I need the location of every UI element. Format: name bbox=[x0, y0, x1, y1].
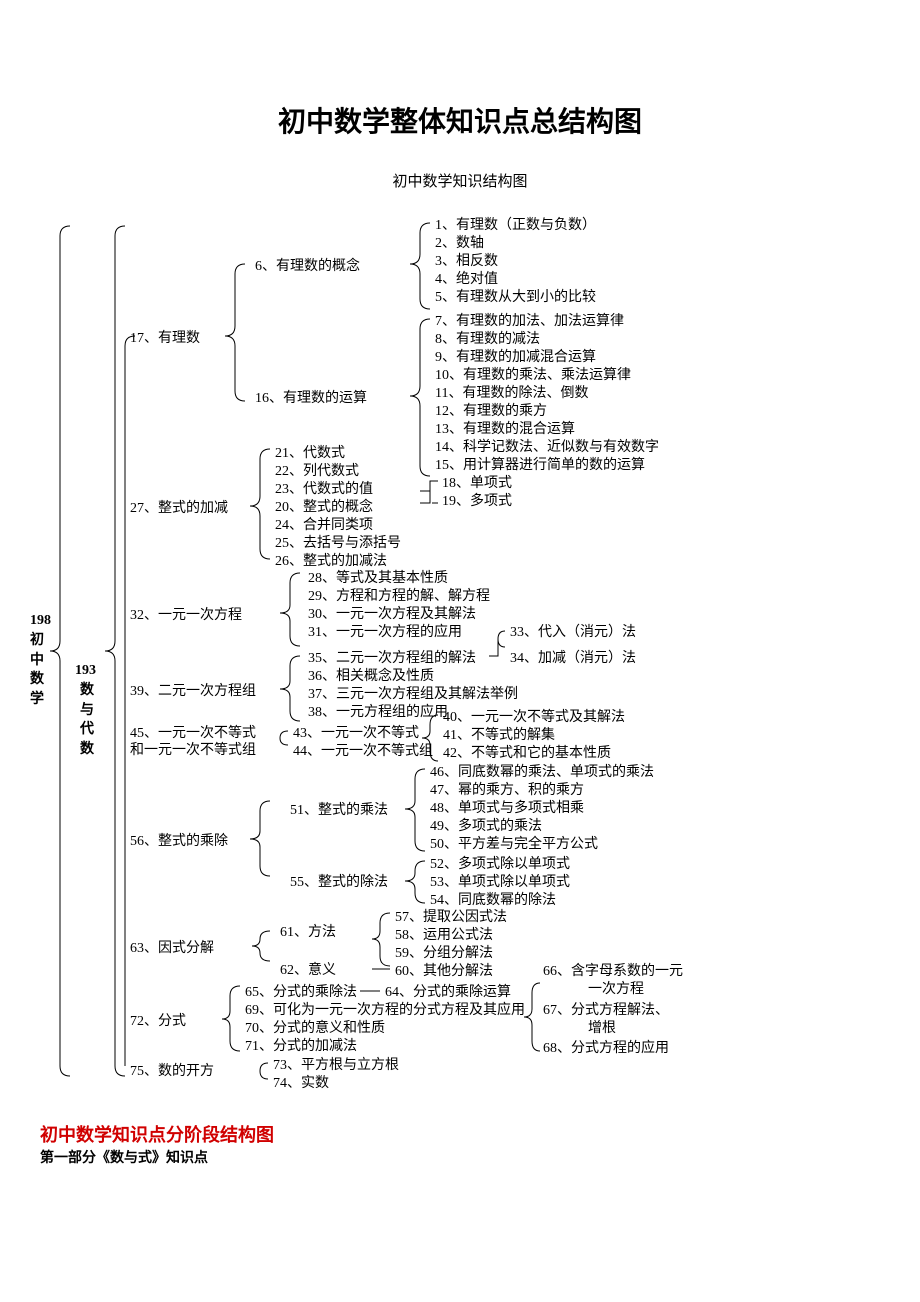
node-75: 75、数的开方 bbox=[130, 1062, 214, 1082]
node-16: 16、有理数的运算 bbox=[255, 389, 367, 409]
node-8: 8、有理数的减法 bbox=[435, 330, 540, 350]
page-title: 初中数学整体知识点总结构图 bbox=[30, 100, 890, 140]
node-3: 3、相反数 bbox=[435, 252, 498, 272]
node-38: 38、一元方程组的应用 bbox=[308, 703, 448, 723]
root-num: 198 bbox=[30, 611, 51, 631]
node-37: 37、三元一次方程组及其解法举例 bbox=[308, 685, 518, 705]
node-74: 74、实数 bbox=[273, 1074, 329, 1094]
node-44: 44、一元一次不等式组 bbox=[293, 742, 433, 762]
page-subtitle: 初中数学知识结构图 bbox=[30, 170, 890, 191]
node-67b: 增根 bbox=[588, 1019, 616, 1039]
node-5: 5、有理数从大到小的比较 bbox=[435, 288, 596, 308]
node-67a: 67、分式方程解法、 bbox=[543, 1001, 669, 1021]
node-9: 9、有理数的加减混合运算 bbox=[435, 348, 596, 368]
node-30: 30、一元一次方程及其解法 bbox=[308, 605, 476, 625]
root-label: 初中数学 bbox=[30, 631, 44, 709]
node-19: 19、多项式 bbox=[442, 492, 512, 512]
node-63: 63、因式分解 bbox=[130, 939, 214, 959]
section2-title: 初中数学知识点分阶段结构图 bbox=[40, 1121, 890, 1147]
node-10: 10、有理数的乘法、乘法运算律 bbox=[435, 366, 631, 386]
node-35: 35、二元一次方程组的解法 bbox=[308, 649, 476, 669]
node-29: 29、方程和方程的解、解方程 bbox=[308, 587, 490, 607]
node-49: 49、多项式的乘法 bbox=[430, 817, 542, 837]
node-40: 40、一元一次不等式及其解法 bbox=[443, 708, 625, 728]
node-58: 58、运用公式法 bbox=[395, 926, 493, 946]
node-14: 14、科学记数法、近似数与有效数字 bbox=[435, 438, 659, 458]
level1-label: 数与代数 bbox=[80, 681, 94, 759]
node-68: 68、分式方程的应用 bbox=[543, 1039, 669, 1059]
node-33: 33、代入（消元）法 bbox=[510, 623, 636, 643]
node-4: 4、绝对值 bbox=[435, 270, 498, 290]
node-12: 12、有理数的乘方 bbox=[435, 402, 547, 422]
node-39: 39、二元一次方程组 bbox=[130, 682, 256, 702]
node-23: 23、代数式的值 bbox=[275, 480, 373, 500]
node-51: 51、整式的乘法 bbox=[290, 801, 388, 821]
node-11: 11、有理数的除法、倒数 bbox=[435, 384, 588, 404]
node-45b: 和一元一次不等式组 bbox=[130, 741, 256, 761]
node-65: 65、分式的乘除法 bbox=[245, 983, 357, 1003]
node-28: 28、等式及其基本性质 bbox=[308, 569, 448, 589]
node-41: 41、不等式的解集 bbox=[443, 726, 555, 746]
node-20: 20、整式的概念 bbox=[275, 498, 373, 518]
node-61: 61、方法 bbox=[280, 923, 336, 943]
node-34: 34、加减（消元）法 bbox=[510, 649, 636, 669]
section2-sub: 第一部分《数与式》知识点 bbox=[40, 1147, 890, 1167]
node-31: 31、一元一次方程的应用 bbox=[308, 623, 462, 643]
node-7: 7、有理数的加法、加法运算律 bbox=[435, 312, 624, 332]
node-2: 2、数轴 bbox=[435, 234, 484, 254]
node-73: 73、平方根与立方根 bbox=[273, 1056, 399, 1076]
node-56: 56、整式的乘除 bbox=[130, 832, 228, 852]
node-18: 18、单项式 bbox=[442, 474, 512, 494]
node-53: 53、单项式除以单项式 bbox=[430, 873, 570, 893]
node-60: 60、其他分解法 bbox=[395, 962, 493, 982]
node-50: 50、平方差与完全平方公式 bbox=[430, 835, 598, 855]
node-32: 32、一元一次方程 bbox=[130, 606, 242, 626]
node-43: 43、一元一次不等式 bbox=[293, 724, 419, 744]
node-47: 47、幂的乘方、积的乘方 bbox=[430, 781, 584, 801]
node-17: 17、有理数 bbox=[130, 329, 200, 349]
node-70: 70、分式的意义和性质 bbox=[245, 1019, 385, 1039]
node-42: 42、不等式和它的基本性质 bbox=[443, 744, 611, 764]
node-46: 46、同底数幂的乘法、单项式的乘法 bbox=[430, 763, 654, 783]
node-64: 64、分式的乘除运算 bbox=[385, 983, 511, 1003]
node-25: 25、去括号与添括号 bbox=[275, 534, 401, 554]
node-66b: 一次方程 bbox=[588, 980, 644, 1000]
node-52: 52、多项式除以单项式 bbox=[430, 855, 570, 875]
node-66a: 66、含字母系数的一元 bbox=[543, 962, 683, 982]
node-55: 55、整式的除法 bbox=[290, 873, 388, 893]
node-62: 62、意义 bbox=[280, 961, 336, 981]
node-36: 36、相关概念及性质 bbox=[308, 667, 434, 687]
tree-diagram: 198 初中数学 193 数与代数 17、有理数 27、整式的加减 32、一元一… bbox=[30, 211, 890, 1091]
node-59: 59、分组分解法 bbox=[395, 944, 493, 964]
node-13: 13、有理数的混合运算 bbox=[435, 420, 575, 440]
node-24: 24、合并同类项 bbox=[275, 516, 373, 536]
node-57: 57、提取公因式法 bbox=[395, 908, 507, 928]
node-69: 69、可化为一元一次方程的分式方程及其应用 bbox=[245, 1001, 525, 1021]
node-6: 6、有理数的概念 bbox=[255, 257, 360, 277]
node-27: 27、整式的加减 bbox=[130, 499, 228, 519]
node-71: 71、分式的加减法 bbox=[245, 1037, 357, 1057]
node-48: 48、单项式与多项式相乘 bbox=[430, 799, 584, 819]
node-21: 21、代数式 bbox=[275, 444, 345, 464]
node-1: 1、有理数（正数与负数） bbox=[435, 216, 596, 236]
node-72: 72、分式 bbox=[130, 1012, 186, 1032]
node-15: 15、用计算器进行简单的数的运算 bbox=[435, 456, 645, 476]
level1-num: 193 bbox=[75, 661, 96, 681]
node-22: 22、列代数式 bbox=[275, 462, 359, 482]
